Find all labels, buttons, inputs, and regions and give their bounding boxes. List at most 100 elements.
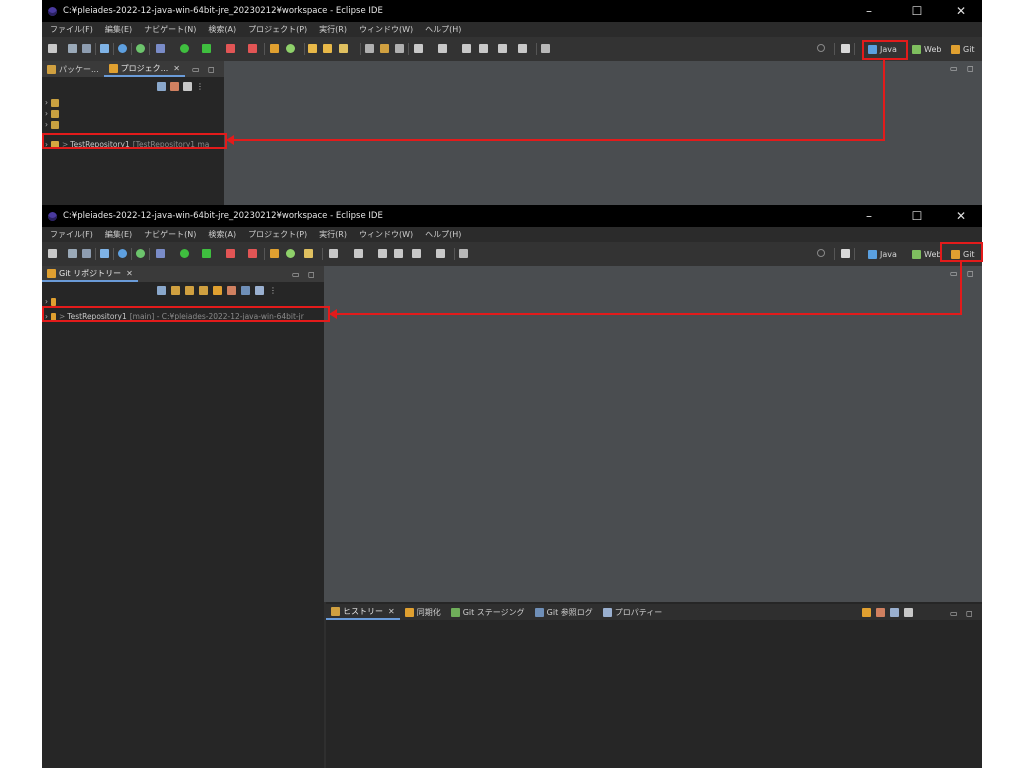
marker-icon[interactable] <box>304 249 313 258</box>
marker-icon[interactable] <box>339 44 348 53</box>
menu-edit[interactable]: 編集(E) <box>105 229 132 240</box>
minimize-button[interactable]: – <box>852 205 886 227</box>
menu-file[interactable]: ファイル(F) <box>50 229 93 240</box>
create-repository-icon[interactable] <box>199 286 208 295</box>
tree-row[interactable]: › <box>45 108 62 119</box>
menu-run[interactable]: 実行(R) <box>319 229 347 240</box>
menu-file[interactable]: ファイル(F) <box>50 24 93 35</box>
menu-project[interactable]: プロジェクト(P) <box>248 24 307 35</box>
navigate-forward-icon[interactable] <box>436 249 445 258</box>
minimize-view-icon[interactable]: ▭ <box>192 65 200 74</box>
compare-mode-icon[interactable] <box>876 608 885 617</box>
show-details-icon[interactable] <box>255 286 264 295</box>
server-icon[interactable] <box>248 249 257 258</box>
menu-project[interactable]: プロジェクト(P) <box>248 229 307 240</box>
clone-repository-icon[interactable] <box>185 286 194 295</box>
maximize-view-icon[interactable]: ◻ <box>308 270 315 279</box>
maximize-view-icon[interactable]: ◻ <box>966 609 973 618</box>
maximize-button[interactable]: ☐ <box>900 205 934 227</box>
fetch-icon[interactable] <box>213 286 222 295</box>
tab-project-explorer[interactable]: プロジェク... ✕ <box>103 61 185 77</box>
close-tab-icon[interactable]: ✕ <box>126 269 133 278</box>
build-icon[interactable] <box>136 249 145 258</box>
minimize-editor-icon[interactable]: ▭ <box>950 269 958 278</box>
navigate-back-icon[interactable] <box>498 44 507 53</box>
expand-icon[interactable]: › <box>45 109 48 118</box>
last-edit-icon[interactable] <box>438 44 447 53</box>
expand-icon[interactable]: › <box>45 98 48 107</box>
menu-search[interactable]: 検索(A) <box>208 24 236 35</box>
menu-help[interactable]: ヘルプ(H) <box>425 229 461 240</box>
stop-server-icon[interactable] <box>226 44 235 53</box>
minimize-button[interactable]: – <box>852 0 886 22</box>
run-external-icon[interactable] <box>202 44 211 53</box>
menu-navigate[interactable]: ナビゲート(N) <box>144 229 196 240</box>
tab-git-repositories[interactable]: Git リポジトリー ✕ <box>42 266 138 282</box>
save-icon[interactable] <box>68 249 77 258</box>
forward-icon[interactable] <box>394 249 403 258</box>
server-icon[interactable] <box>248 44 257 53</box>
search-icon[interactable] <box>817 249 825 257</box>
run-icon[interactable] <box>180 249 189 258</box>
close-button[interactable]: ✕ <box>944 0 978 22</box>
back-icon[interactable] <box>378 249 387 258</box>
debug-skip-icon[interactable] <box>118 249 127 258</box>
menu-edit[interactable]: 編集(E) <box>105 24 132 35</box>
open-perspective-icon[interactable] <box>841 249 850 258</box>
tab-git-reflog[interactable]: Git 参照ログ <box>530 604 598 620</box>
tab-history[interactable]: ヒストリー ✕ <box>326 604 400 620</box>
perspective-java[interactable]: Java <box>868 247 897 261</box>
debug-icon[interactable] <box>156 44 165 53</box>
maximize-button[interactable]: ☐ <box>900 0 934 22</box>
expand-icon[interactable]: › <box>45 120 48 129</box>
tree-row[interactable]: › <box>45 119 62 130</box>
maximize-editor-icon[interactable]: ◻ <box>967 64 974 73</box>
next-annotation-icon[interactable] <box>329 249 338 258</box>
pin-editor-icon[interactable] <box>459 249 468 258</box>
menu-search[interactable]: 検索(A) <box>208 229 236 240</box>
last-edit-icon[interactable] <box>354 249 363 258</box>
add-repository-icon[interactable] <box>171 286 180 295</box>
save-all-icon[interactable] <box>82 249 91 258</box>
maximize-editor-icon[interactable]: ◻ <box>967 269 974 278</box>
build-icon[interactable] <box>136 44 145 53</box>
perspective-web[interactable]: Web <box>912 42 941 56</box>
tab-properties[interactable]: プロパティー <box>598 604 668 620</box>
navigate-back-icon[interactable] <box>412 249 421 258</box>
run-external-icon[interactable] <box>202 249 211 258</box>
run-icon[interactable] <box>180 44 189 53</box>
menu-window[interactable]: ウィンドウ(W) <box>359 229 413 240</box>
show-whitespace-icon[interactable] <box>380 44 389 53</box>
menu-help[interactable]: ヘルプ(H) <box>425 24 461 35</box>
tab-git-staging[interactable]: Git ステージング <box>446 604 530 620</box>
terminal-icon[interactable] <box>100 44 109 53</box>
open-resource-icon[interactable] <box>323 44 332 53</box>
view-menu-icon[interactable]: ⋮ <box>196 82 204 91</box>
refresh-icon[interactable] <box>241 286 250 295</box>
new-icon[interactable] <box>48 249 57 258</box>
forward-icon[interactable] <box>479 44 488 53</box>
close-tab-icon[interactable]: ✕ <box>388 607 395 616</box>
link-editor-icon[interactable] <box>227 286 236 295</box>
filter-icon[interactable] <box>183 82 192 91</box>
new-java-project-icon[interactable] <box>270 44 279 53</box>
close-tab-icon[interactable]: ✕ <box>173 64 180 73</box>
filter-icon[interactable] <box>904 608 913 617</box>
perspective-git[interactable]: Git <box>951 42 975 56</box>
minimize-editor-icon[interactable]: ▭ <box>950 64 958 73</box>
debug-skip-icon[interactable] <box>118 44 127 53</box>
new-java-project-icon[interactable] <box>270 249 279 258</box>
tab-package-explorer[interactable]: パッケー... <box>42 61 104 77</box>
collapse-all-icon[interactable] <box>157 82 166 91</box>
save-all-icon[interactable] <box>82 44 91 53</box>
back-icon[interactable] <box>462 44 471 53</box>
new-class-icon[interactable] <box>286 44 295 53</box>
minimize-view-icon[interactable]: ▭ <box>950 609 958 618</box>
maximize-view-icon[interactable]: ◻ <box>208 65 215 74</box>
save-icon[interactable] <box>68 44 77 53</box>
menu-run[interactable]: 実行(R) <box>319 24 347 35</box>
annotation-icon[interactable] <box>365 44 374 53</box>
menu-navigate[interactable]: ナビゲート(N) <box>144 24 196 35</box>
link-selection-icon[interactable] <box>862 608 871 617</box>
new-icon[interactable] <box>48 44 57 53</box>
